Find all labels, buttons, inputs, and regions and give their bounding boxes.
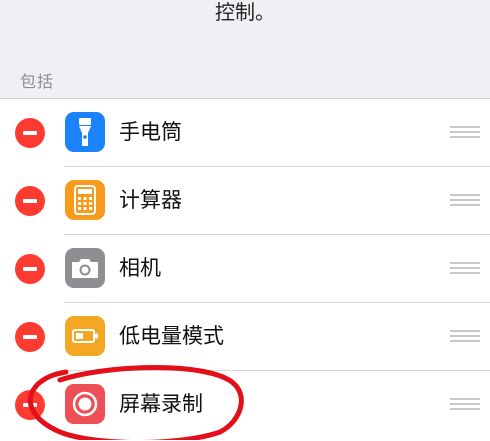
reorder-handle[interactable]: [450, 398, 480, 410]
remove-button[interactable]: [15, 322, 45, 352]
header-text: 控制。: [215, 0, 275, 24]
item-label: 屏幕录制: [119, 392, 203, 416]
remove-button[interactable]: [15, 254, 45, 284]
reorder-handle[interactable]: [450, 126, 480, 138]
reorder-handle[interactable]: [450, 194, 480, 206]
minus-icon: [23, 199, 37, 203]
reorder-handle[interactable]: [450, 330, 480, 342]
remove-button[interactable]: [15, 390, 45, 420]
minus-icon: [23, 403, 37, 407]
section-header-included: 包括: [20, 72, 55, 91]
remove-button[interactable]: [15, 118, 45, 148]
remove-button[interactable]: [15, 186, 45, 216]
screen-record-icon: [65, 384, 105, 424]
list-item-flashlight: 手电筒: [0, 99, 490, 167]
minus-icon: [23, 267, 37, 271]
battery-icon: [65, 316, 105, 356]
item-label: 计算器: [119, 188, 182, 212]
flashlight-icon: [65, 112, 105, 152]
included-controls-list: 手电筒 计算器 相机 低电量模式 屏幕录制: [0, 98, 490, 441]
list-item-camera: 相机: [0, 235, 490, 303]
minus-icon: [23, 335, 37, 339]
reorder-handle[interactable]: [450, 262, 480, 274]
item-label: 相机: [119, 256, 161, 280]
list-item-low-power-mode: 低电量模式: [0, 303, 490, 371]
calculator-icon: [65, 180, 105, 220]
list-item-calculator: 计算器: [0, 167, 490, 235]
item-label: 手电筒: [119, 120, 182, 144]
item-label: 低电量模式: [119, 324, 224, 348]
list-item-screen-recording: 屏幕录制: [0, 371, 490, 439]
camera-icon: [65, 248, 105, 288]
minus-icon: [23, 131, 37, 135]
